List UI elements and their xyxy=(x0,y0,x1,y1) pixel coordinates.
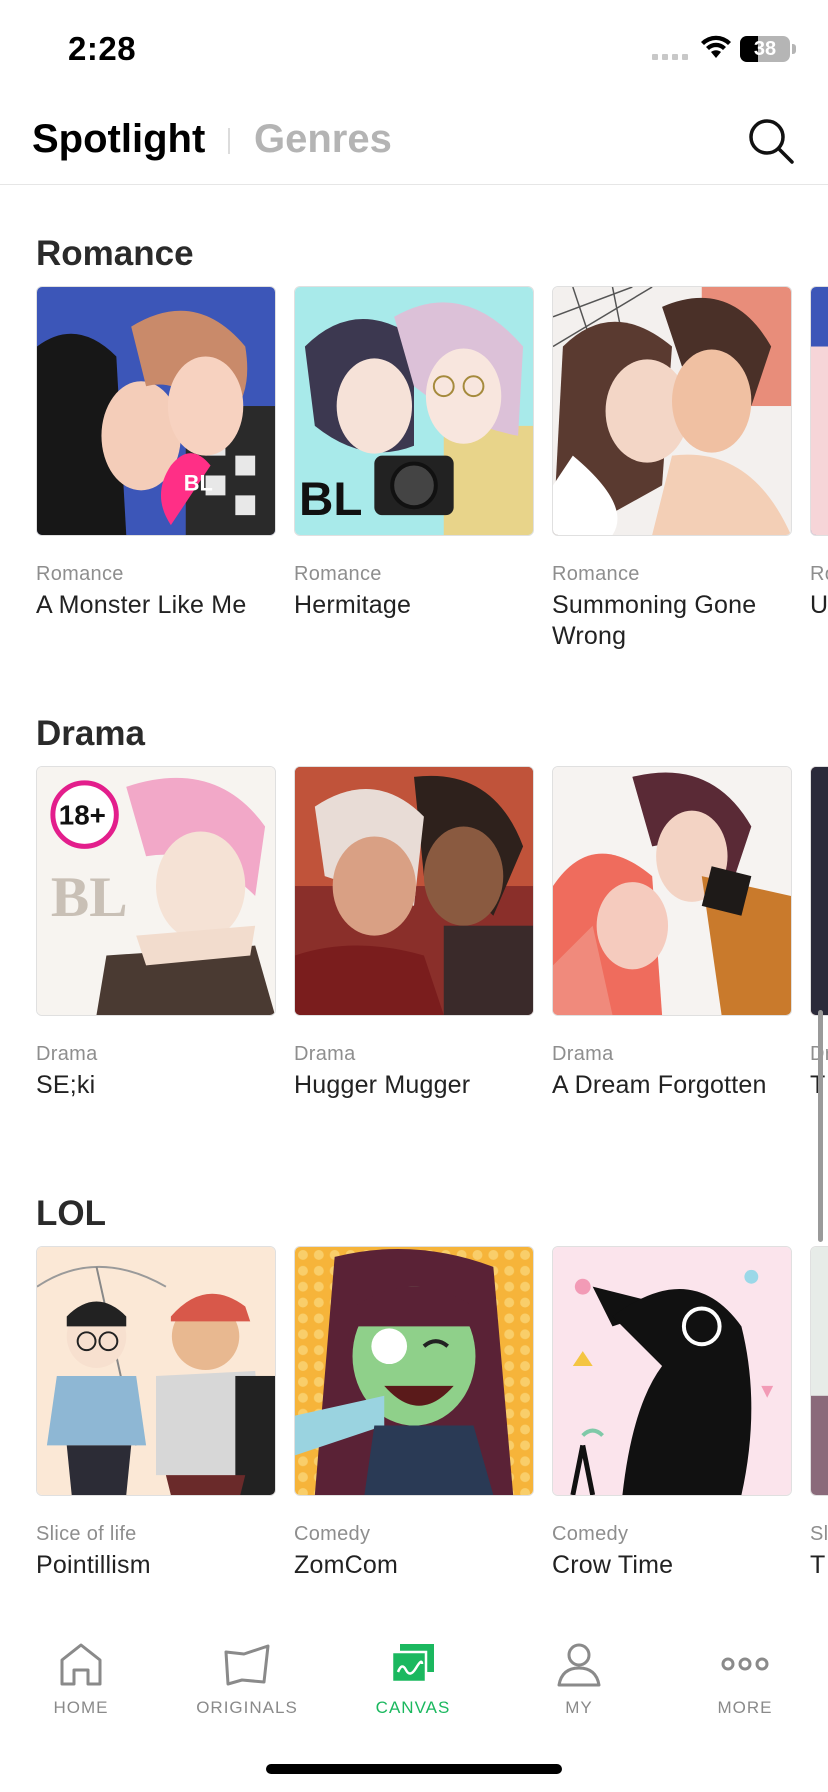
status-bar: 2:28 38 xyxy=(0,0,828,100)
comic-thumbnail[interactable] xyxy=(552,286,792,536)
battery-level: 38 xyxy=(753,38,777,60)
scroll-indicator[interactable] xyxy=(818,1010,823,1242)
card-row[interactable]: Slice of life Pointillism Comedy ZomCom … xyxy=(36,1246,828,1626)
spotlight-feed[interactable]: Romance BL Romance A Monster Like Me BL … xyxy=(0,186,828,1626)
genre-label: Romance xyxy=(552,563,640,585)
battery-icon: 38 xyxy=(740,36,790,62)
comic-thumbnail[interactable]: BL xyxy=(36,286,276,536)
comic-thumbnail[interactable] xyxy=(36,1246,276,1496)
genre-label: Romance xyxy=(36,563,124,585)
genre-label: Sl xyxy=(810,1523,828,1545)
svg-text:18+: 18+ xyxy=(59,800,106,831)
comic-thumbnail[interactable] xyxy=(552,766,792,1016)
nav-canvas[interactable]: CANVAS xyxy=(348,1640,478,1740)
nav-more[interactable]: MORE xyxy=(680,1640,810,1740)
comic-thumbnail[interactable] xyxy=(294,766,534,1016)
genre-label: Drama xyxy=(36,1043,98,1065)
top-header: Spotlight Genres xyxy=(0,100,828,185)
svg-text:BL: BL xyxy=(184,470,213,495)
comic-title[interactable]: ZomCom xyxy=(294,1550,544,1581)
comic-thumbnail[interactable]: BL xyxy=(294,286,534,536)
nav-home[interactable]: HOME xyxy=(16,1640,146,1740)
comic-title[interactable]: Crow Time xyxy=(552,1550,802,1581)
section-title: LOL xyxy=(36,1194,106,1233)
nav-label: MORE xyxy=(717,1698,773,1717)
originals-icon xyxy=(224,1644,270,1686)
nav-my[interactable]: MY xyxy=(514,1640,644,1740)
tab-spotlight[interactable]: Spotlight xyxy=(32,117,205,162)
section-title: Drama xyxy=(36,714,145,753)
nav-originals[interactable]: ORIGINALS xyxy=(182,1640,312,1740)
comic-title[interactable]: U D xyxy=(810,590,828,621)
comic-title[interactable]: Hugger Mugger xyxy=(294,1070,544,1101)
wifi-icon xyxy=(701,35,731,58)
svg-text:BL: BL xyxy=(299,473,362,526)
search-icon[interactable] xyxy=(744,114,798,168)
more-dots-icon xyxy=(721,1657,769,1671)
genre-label: Slice of life xyxy=(36,1523,137,1545)
cellular-signal-icon xyxy=(652,54,688,60)
home-indicator[interactable] xyxy=(266,1764,562,1774)
nav-label: MY xyxy=(565,1698,593,1717)
nav-label: CANVAS xyxy=(375,1698,451,1717)
genre-label: Comedy xyxy=(552,1523,629,1545)
person-icon xyxy=(557,1643,601,1687)
canvas-icon xyxy=(390,1644,434,1684)
nav-label: ORIGINALS xyxy=(196,1698,298,1717)
genre-label: Ro xyxy=(810,563,828,585)
genre-label: Comedy xyxy=(294,1523,371,1545)
comic-thumbnail[interactable] xyxy=(552,1246,792,1496)
comic-title[interactable]: Summoning Gone Wrong xyxy=(552,590,802,652)
card-row[interactable]: BL Romance A Monster Like Me BL Romance … xyxy=(36,286,828,686)
comic-title[interactable]: Pointillism xyxy=(36,1550,286,1581)
comic-thumbnail[interactable] xyxy=(294,1246,534,1496)
tab-genres[interactable]: Genres xyxy=(254,117,392,162)
status-time: 2:28 xyxy=(68,30,137,67)
svg-text:BL: BL xyxy=(51,866,128,929)
genre-label: Drama xyxy=(552,1043,614,1065)
comic-title[interactable]: T th xyxy=(810,1550,828,1581)
section-title: Romance xyxy=(36,234,194,273)
genre-label: Drama xyxy=(294,1043,356,1065)
card-row[interactable]: 18+ BL Drama SE;ki Drama Hugger Mugger D… xyxy=(36,766,828,1166)
comic-title[interactable]: Hermitage xyxy=(294,590,544,621)
comic-title[interactable]: A Monster Like Me xyxy=(36,590,286,621)
comic-thumbnail[interactable]: 18+ BL xyxy=(36,766,276,1016)
nav-label: HOME xyxy=(53,1698,109,1717)
comic-thumbnail[interactable] xyxy=(810,286,828,536)
home-icon xyxy=(60,1643,102,1686)
comic-title[interactable]: SE;ki xyxy=(36,1070,286,1101)
comic-title[interactable]: A Dream Forgotten xyxy=(552,1070,802,1101)
comic-thumbnail[interactable] xyxy=(810,1246,828,1496)
comic-thumbnail[interactable] xyxy=(810,766,828,1016)
tab-divider xyxy=(228,128,230,154)
genre-label: Romance xyxy=(294,563,382,585)
